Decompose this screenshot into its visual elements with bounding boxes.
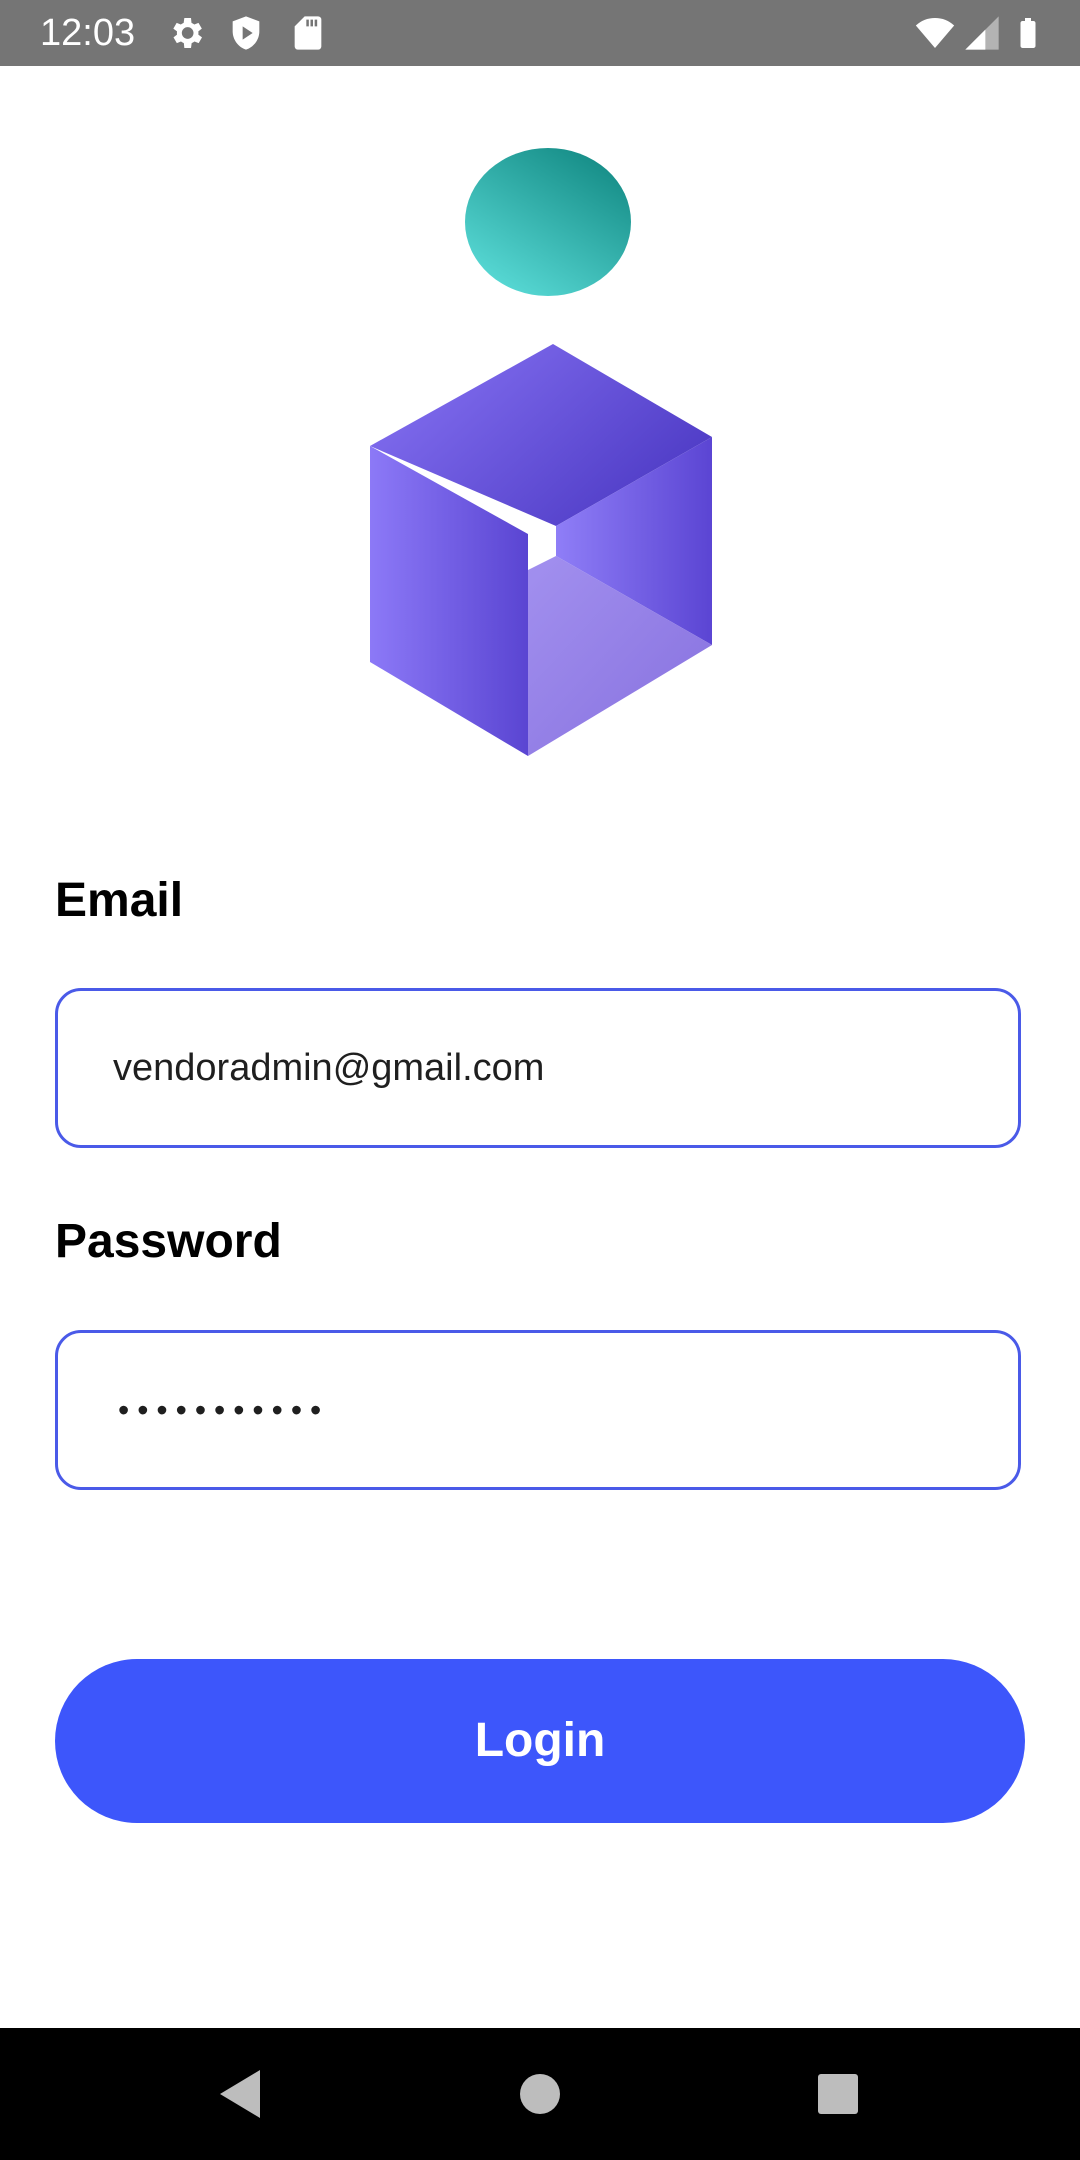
home-icon[interactable] bbox=[510, 2064, 570, 2124]
status-bar: 12:03 bbox=[0, 0, 1080, 66]
cellular-signal-icon bbox=[962, 13, 1002, 53]
status-time: 12:03 bbox=[40, 12, 136, 54]
cube-logo-icon bbox=[360, 140, 720, 770]
navigation-bar bbox=[0, 2028, 1080, 2160]
sd-card-icon bbox=[288, 13, 328, 53]
settings-icon bbox=[166, 13, 206, 53]
recents-icon[interactable] bbox=[808, 2064, 868, 2124]
password-value[interactable]: ••••••••••• bbox=[118, 1333, 329, 1487]
login-screen: 12:03 Email vendoradmin@gmail.com Passwo… bbox=[0, 0, 1080, 2160]
password-field[interactable]: ••••••••••• bbox=[55, 1330, 1021, 1490]
back-icon[interactable] bbox=[210, 2064, 270, 2124]
email-label: Email bbox=[55, 874, 184, 927]
wifi-icon bbox=[912, 13, 958, 53]
battery-icon bbox=[1010, 13, 1046, 53]
password-label: Password bbox=[55, 1215, 282, 1268]
email-value[interactable]: vendoradmin@gmail.com bbox=[113, 991, 544, 1145]
login-button[interactable]: Login bbox=[55, 1659, 1025, 1823]
shield-play-icon bbox=[226, 13, 266, 53]
email-field[interactable]: vendoradmin@gmail.com bbox=[55, 988, 1021, 1148]
